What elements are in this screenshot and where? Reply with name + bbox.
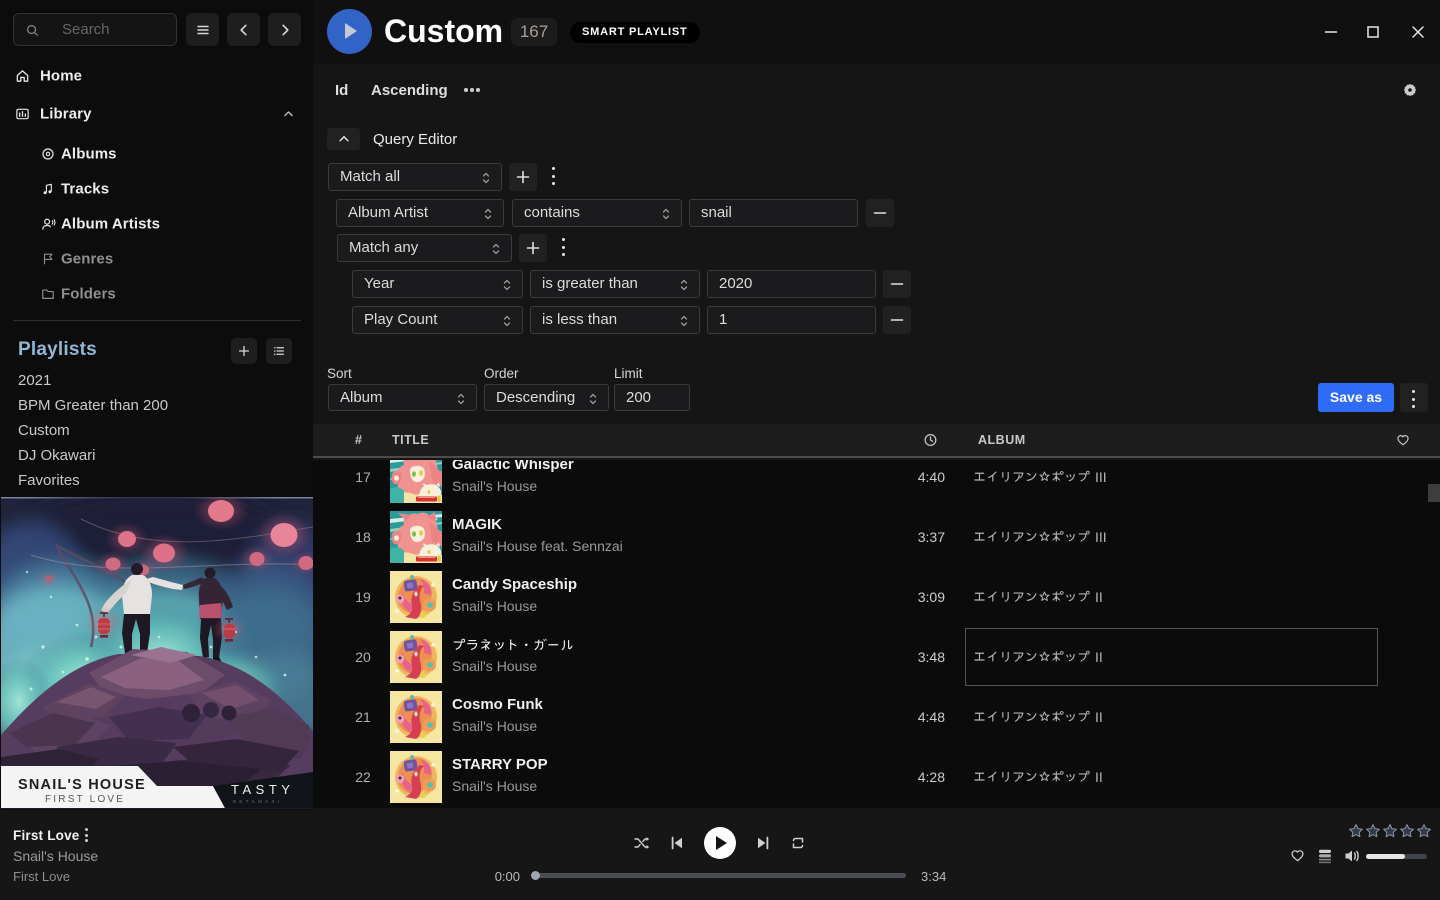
svg-text:BETAMAXI: BETAMAXI xyxy=(233,799,283,804)
svg-text:TASTY: TASTY xyxy=(231,782,294,797)
svg-text:FIRST LOVE: FIRST LOVE xyxy=(45,794,125,805)
svg-text:SNAIL'S HOUSE: SNAIL'S HOUSE xyxy=(18,777,146,793)
